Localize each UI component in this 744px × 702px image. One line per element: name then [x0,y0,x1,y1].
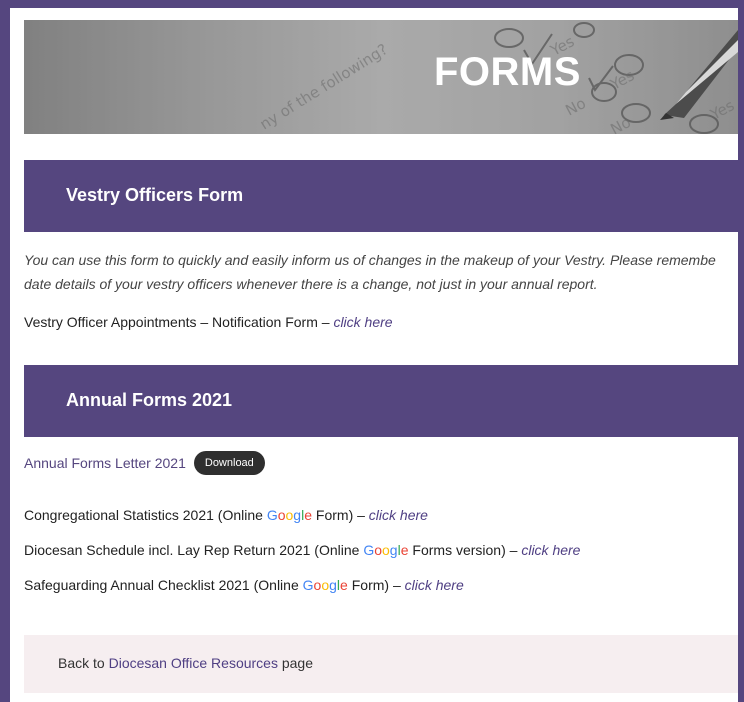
safeguarding-label-suffix: Form) – [347,577,405,593]
vestry-section-title: Vestry Officers Form [66,185,244,205]
diocesan-office-resources-link[interactable]: Diocesan Office Resources [109,655,278,671]
annual-letter-label[interactable]: Annual Forms Letter 2021 [24,455,186,471]
annual-section-title: Annual Forms 2021 [66,390,233,410]
diocesan-link[interactable]: click here [521,542,580,558]
diocesan-schedule-line: Diocesan Schedule incl. Lay Rep Return 2… [24,542,580,558]
page-frame: Yes Yes No No Yes ny of the following? F… [0,0,744,702]
content-area: Yes Yes No No Yes ny of the following? F… [24,20,738,702]
diocesan-label: Diocesan Schedule incl. Lay Rep Return 2… [24,542,364,558]
back-to-resources-text: Back to Diocesan Office Resources page [58,655,313,671]
safeguarding-checklist-line: Safeguarding Annual Checklist 2021 (Onli… [24,577,464,593]
back-prefix: Back to [58,655,109,671]
page-title: FORMS [434,50,581,94]
safeguarding-label: Safeguarding Annual Checklist 2021 (Onli… [24,577,303,593]
annual-letter-row: Annual Forms Letter 2021 Download [24,450,265,476]
congregational-statistics-line: Congregational Statistics 2021 (Online G… [24,507,428,523]
back-suffix: page [277,655,314,671]
checkbox-survey-pen-image: Yes Yes No No Yes ny of the following? [24,20,738,134]
download-button[interactable]: Download [193,451,265,475]
vestry-form-link[interactable]: click here [333,314,392,330]
hero-banner: Yes Yes No No Yes ny of the following? F… [24,20,738,134]
annual-section-header: Annual Forms 2021 [24,365,738,437]
vestry-form-line: Vestry Officer Appointments – Notificati… [24,314,393,330]
vestry-form-label: Vestry Officer Appointments – Notificati… [24,314,334,330]
safeguarding-link[interactable]: click here [405,577,464,593]
google-wordmark: Google [266,507,313,523]
diocesan-label-suffix: Forms version) – [408,542,522,558]
google-wordmark: Google [302,577,348,593]
google-wordmark: Google [363,542,409,558]
congregational-link[interactable]: click here [369,507,428,523]
congregational-label: Congregational Statistics 2021 (Online [24,507,267,523]
back-to-resources-box: Back to Diocesan Office Resources page [24,635,738,693]
vestry-section-header: Vestry Officers Form [24,160,738,232]
vestry-intro-line-1: You can use this form to quickly and eas… [24,252,716,268]
congregational-label-suffix: Form) – [312,507,369,523]
vestry-intro-text: You can use this form to quickly and eas… [24,248,738,296]
vestry-intro-line-2: date details of your vestry officers whe… [24,276,598,292]
